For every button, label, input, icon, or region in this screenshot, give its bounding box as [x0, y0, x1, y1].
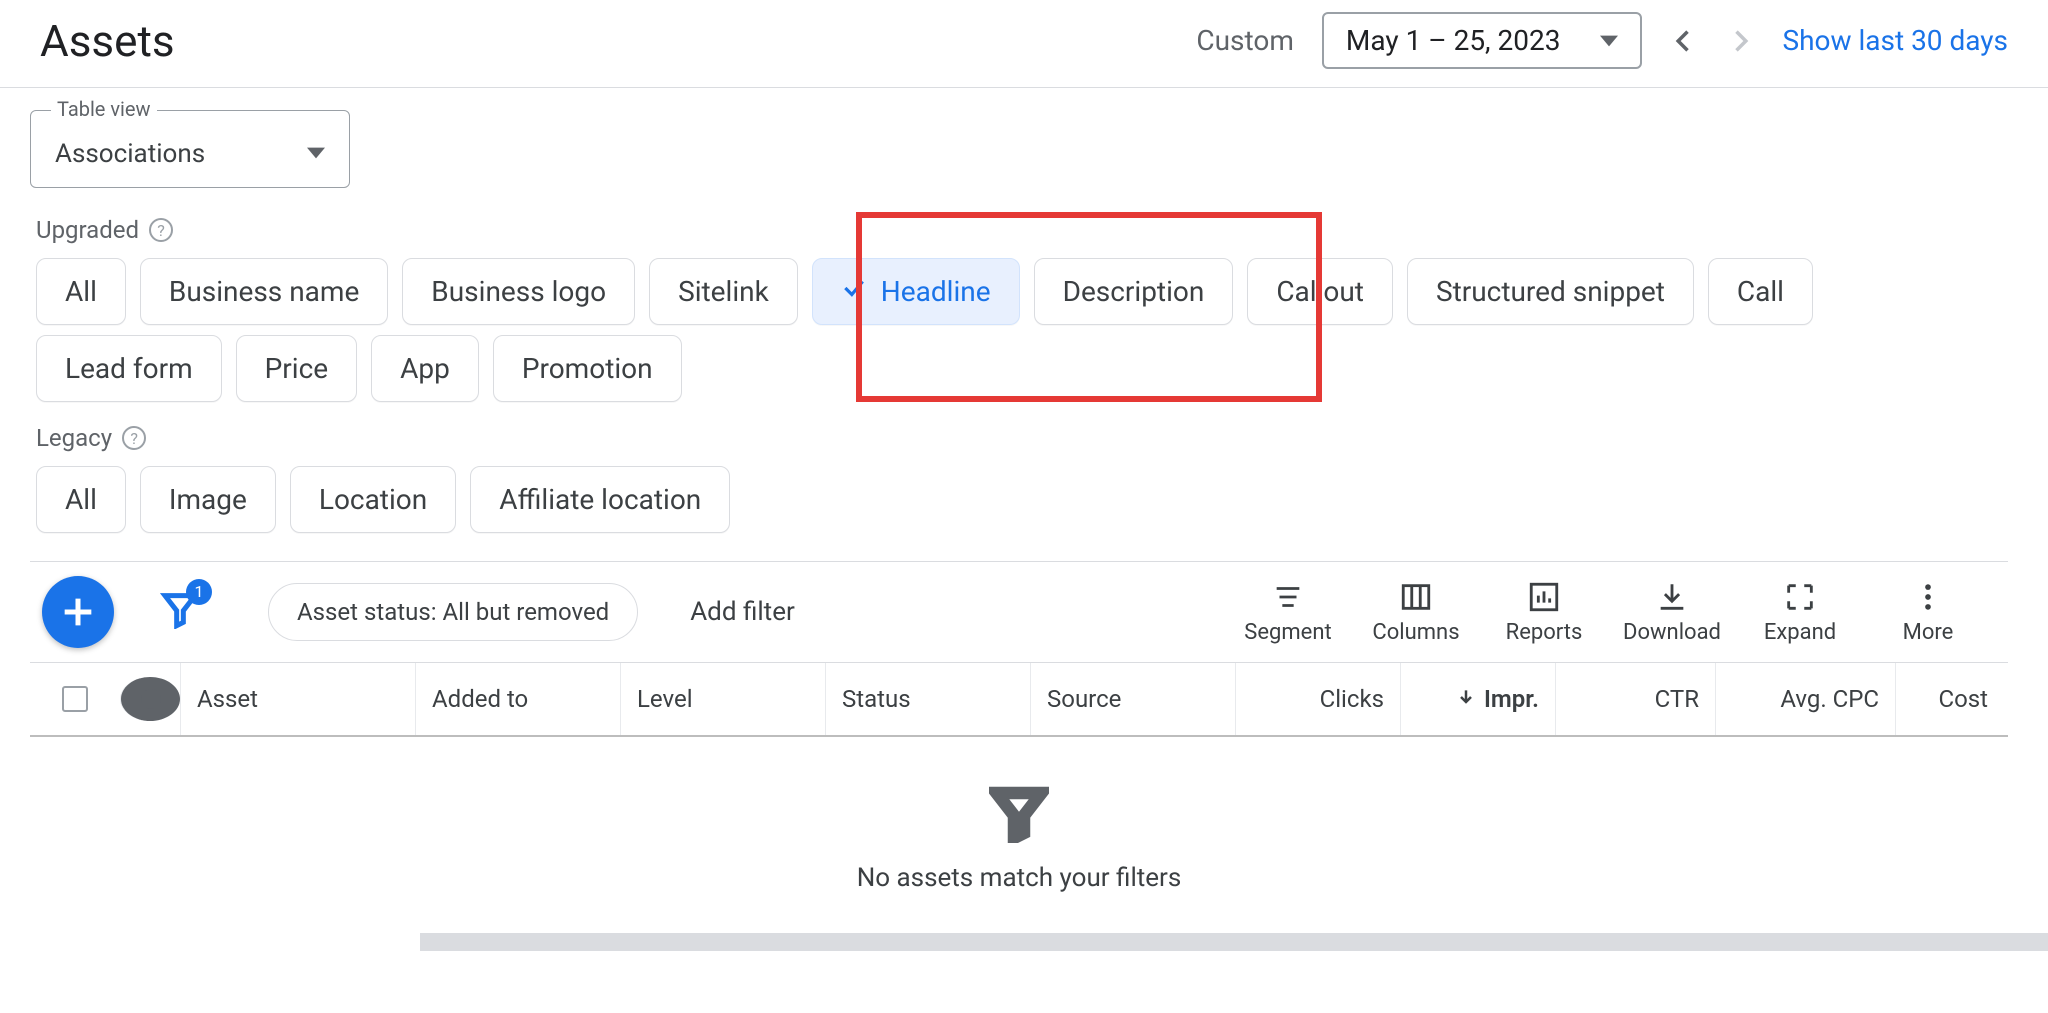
- chip-business-name[interactable]: Business name: [140, 258, 388, 325]
- chip-image[interactable]: Image: [140, 466, 276, 533]
- date-next-button[interactable]: [1726, 27, 1754, 55]
- chip-structured-snippet[interactable]: Structured snippet: [1407, 258, 1694, 325]
- table-header: Asset Added to Level Status Source Click…: [30, 662, 2008, 737]
- col-clicks[interactable]: Clicks: [1235, 663, 1400, 735]
- chip-business-logo[interactable]: Business logo: [402, 258, 635, 325]
- download-button[interactable]: Download: [1622, 580, 1722, 645]
- table-view-value: Associations: [55, 139, 205, 169]
- chip-label: Business logo: [431, 275, 606, 308]
- expand-button[interactable]: Expand: [1750, 580, 1850, 645]
- add-asset-button[interactable]: [42, 576, 114, 648]
- chip-label: Lead form: [65, 352, 193, 385]
- tool-label: Download: [1623, 620, 1721, 645]
- date-range-value: May 1 – 25, 2023: [1346, 24, 1561, 57]
- chip-label: Structured snippet: [1436, 275, 1665, 308]
- col-asset[interactable]: Asset: [180, 663, 415, 735]
- chip-label: Location: [319, 483, 427, 516]
- columns-button[interactable]: Columns: [1366, 580, 1466, 645]
- filter-count-badge: 1: [186, 579, 212, 605]
- chip-sitelink[interactable]: Sitelink: [649, 258, 798, 325]
- status-filter-pill[interactable]: Asset status: All but removed: [268, 583, 638, 641]
- legacy-section-label: Legacy: [36, 424, 112, 452]
- col-label: Impr.: [1484, 685, 1539, 713]
- help-icon[interactable]: ?: [149, 218, 173, 242]
- empty-state-text: No assets match your filters: [857, 863, 1182, 893]
- chip-label: Promotion: [522, 352, 653, 385]
- tool-label: Segment: [1244, 620, 1331, 645]
- date-mode-label: Custom: [1196, 24, 1294, 57]
- chip-call[interactable]: Call: [1708, 258, 1813, 325]
- status-indicator-col: [120, 677, 180, 721]
- chip-promotion[interactable]: Promotion: [493, 335, 682, 402]
- chip-label: Callout: [1276, 275, 1364, 308]
- tool-label: More: [1903, 620, 1954, 645]
- chip-label: App: [400, 352, 450, 385]
- date-range-picker[interactable]: May 1 – 25, 2023: [1322, 12, 1643, 69]
- filters-button[interactable]: 1: [160, 589, 200, 636]
- check-icon: [841, 275, 867, 308]
- chip-callout[interactable]: Callout: [1247, 258, 1393, 325]
- table-view-select[interactable]: Table view Associations: [30, 110, 350, 188]
- chip-legacy-all[interactable]: All: [36, 466, 126, 533]
- col-avg-cpc[interactable]: Avg. CPC: [1715, 663, 1895, 735]
- tool-label: Expand: [1764, 620, 1836, 645]
- chip-label: Affiliate location: [499, 483, 701, 516]
- chip-all[interactable]: All: [36, 258, 126, 325]
- chip-headline[interactable]: Headline: [812, 258, 1020, 325]
- col-status[interactable]: Status: [825, 663, 1030, 735]
- chip-location[interactable]: Location: [290, 466, 456, 533]
- chip-label: Business name: [169, 275, 359, 308]
- empty-state: No assets match your filters: [30, 737, 2008, 933]
- col-ctr[interactable]: CTR: [1555, 663, 1715, 735]
- sort-down-icon: [1456, 685, 1476, 713]
- chip-app[interactable]: App: [371, 335, 479, 402]
- funnel-icon: [989, 783, 1049, 843]
- chip-label: All: [65, 275, 97, 308]
- col-added-to[interactable]: Added to: [415, 663, 620, 735]
- chip-label: All: [65, 483, 97, 516]
- chip-label: Price: [265, 352, 328, 385]
- upgraded-chip-row: All Business name Business logo Sitelink…: [36, 258, 2008, 325]
- col-cost[interactable]: Cost: [1895, 663, 2008, 735]
- date-prev-button[interactable]: [1670, 27, 1698, 55]
- chip-description[interactable]: Description: [1034, 258, 1234, 325]
- chip-lead-form[interactable]: Lead form: [36, 335, 222, 402]
- help-icon[interactable]: ?: [122, 426, 146, 450]
- col-level[interactable]: Level: [620, 663, 825, 735]
- chip-label: Image: [169, 483, 247, 516]
- page-title: Assets: [40, 15, 1196, 67]
- segment-button[interactable]: Segment: [1238, 580, 1338, 645]
- reports-button[interactable]: Reports: [1494, 580, 1594, 645]
- add-filter-button[interactable]: Add filter: [690, 597, 795, 627]
- col-impr[interactable]: Impr.: [1400, 663, 1555, 735]
- select-all-checkbox[interactable]: [30, 664, 120, 734]
- horizontal-scrollbar[interactable]: [420, 933, 2048, 951]
- chip-label: Headline: [881, 275, 991, 308]
- col-source[interactable]: Source: [1030, 663, 1235, 735]
- tool-label: Columns: [1372, 620, 1459, 645]
- chip-price[interactable]: Price: [236, 335, 357, 402]
- tool-label: Reports: [1506, 620, 1583, 645]
- dropdown-caret-icon: [1600, 24, 1618, 57]
- upgraded-section-label: Upgraded: [36, 216, 139, 244]
- chip-label: Sitelink: [678, 275, 769, 308]
- chip-label: Description: [1063, 275, 1205, 308]
- show-last-30-days-link[interactable]: Show last 30 days: [1782, 24, 2008, 57]
- dropdown-caret-icon: [307, 139, 325, 169]
- more-button[interactable]: More: [1878, 580, 1978, 645]
- upgraded-chip-row-2: Lead form Price App Promotion: [36, 335, 2008, 402]
- chip-affiliate-location[interactable]: Affiliate location: [470, 466, 730, 533]
- table-view-legend: Table view: [51, 97, 157, 121]
- chip-label: Call: [1737, 275, 1784, 308]
- legacy-chip-row: All Image Location Affiliate location: [36, 466, 2008, 533]
